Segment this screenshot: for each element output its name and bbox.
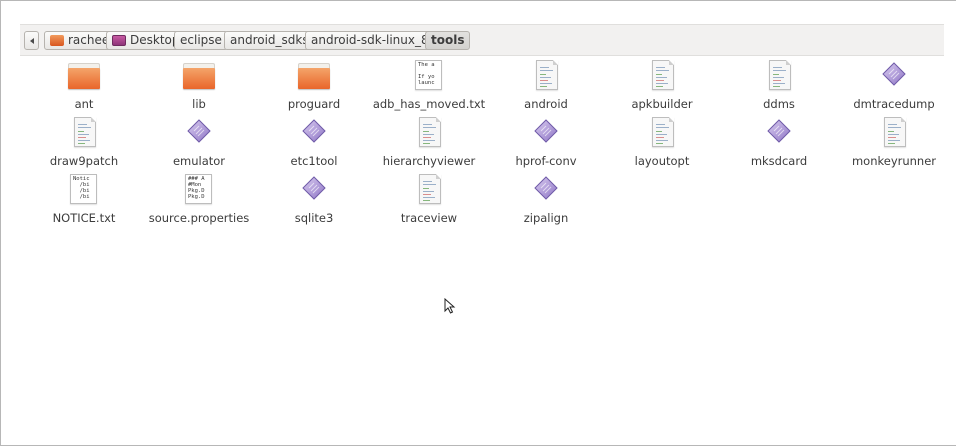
file-name-label: hprof-conv xyxy=(515,154,577,168)
file-name-label: hierarchyviewer xyxy=(382,154,476,168)
file-item-hprof-conv[interactable]: hprof-conv xyxy=(487,116,605,168)
breadcrumb-label: android_sdks xyxy=(230,33,309,47)
file-item-monkeyrunner[interactable]: monkeyrunner xyxy=(835,116,953,168)
file-item-ddms[interactable]: ddms xyxy=(720,59,838,111)
executable-diamond-icon xyxy=(296,116,332,152)
breadcrumb-label: eclipse xyxy=(180,33,222,47)
folder-icon xyxy=(181,59,217,95)
script-file-icon xyxy=(411,173,447,209)
file-item-android[interactable]: android xyxy=(487,59,605,111)
file-name-label: mksdcard xyxy=(750,154,808,168)
file-name-label: lib xyxy=(192,97,206,111)
file-item-draw9patch[interactable]: draw9patch xyxy=(25,116,143,168)
file-item-layoutopt[interactable]: layoutopt xyxy=(603,116,721,168)
script-file-icon xyxy=(411,116,447,152)
script-file-icon xyxy=(761,59,797,95)
script-file-icon xyxy=(644,116,680,152)
script-file-icon xyxy=(66,116,102,152)
folder-icon xyxy=(66,59,102,95)
file-item-zipalign[interactable]: zipalign xyxy=(487,173,605,225)
script-file-icon xyxy=(528,59,564,95)
text-preview: Notic /bi /bi /bi xyxy=(70,174,97,204)
file-name-label: proguard xyxy=(287,97,341,111)
executable-diamond-icon xyxy=(761,116,797,152)
file-name-label: draw9patch xyxy=(49,154,119,168)
breadcrumb-eclipse[interactable]: eclipse xyxy=(174,31,228,50)
file-name-label: zipalign xyxy=(523,211,569,225)
file-item-source-properties[interactable]: ### A #Mon Pkg.D Pkg.D source.properties xyxy=(140,173,258,225)
file-name-label: adb_has_moved.txt xyxy=(372,97,486,111)
back-button[interactable] xyxy=(24,31,39,50)
file-item-notice-txt[interactable]: Notic /bi /bi /bi NOTICE.txt xyxy=(25,173,143,225)
executable-diamond-icon xyxy=(528,116,564,152)
breadcrumb-android-sdk-linux[interactable]: android-sdk-linux_86 xyxy=(305,31,443,50)
file-item-ant[interactable]: ant xyxy=(25,59,143,111)
script-file-icon xyxy=(876,116,912,152)
desktop-icon xyxy=(112,35,126,46)
executable-diamond-icon xyxy=(876,59,912,95)
executable-diamond-icon xyxy=(296,173,332,209)
executable-diamond-icon xyxy=(528,173,564,209)
file-name-label: ant xyxy=(74,97,94,111)
breadcrumb-android-sdks[interactable]: android_sdks xyxy=(224,31,315,50)
text-file-icon: Notic /bi /bi /bi xyxy=(66,173,102,209)
arrow-left-icon xyxy=(29,37,34,44)
file-item-hierarchyviewer[interactable]: hierarchyviewer xyxy=(370,116,488,168)
script-file-icon xyxy=(644,59,680,95)
breadcrumb-label: Desktop xyxy=(130,33,180,47)
file-name-label: android xyxy=(524,97,568,111)
text-file-icon: ### A #Mon Pkg.D Pkg.D xyxy=(181,173,217,209)
file-item-adb-has-moved-txt[interactable]: The a If yo launc adb_has_moved.txt xyxy=(370,59,488,111)
file-item-etc1tool[interactable]: etc1tool xyxy=(255,116,373,168)
file-item-sqlite3[interactable]: sqlite3 xyxy=(255,173,373,225)
mouse-pointer-icon xyxy=(444,298,456,314)
file-name-label: etc1tool xyxy=(290,154,338,168)
executable-diamond-icon xyxy=(181,116,217,152)
text-file-icon: The a If yo launc xyxy=(411,59,447,95)
breadcrumb-rachee[interactable]: rachee xyxy=(44,31,116,50)
file-name-label: monkeyrunner xyxy=(851,154,937,168)
home-folder-icon xyxy=(50,35,64,46)
breadcrumb-label: rachee xyxy=(68,33,110,47)
file-name-label: traceview xyxy=(400,211,458,225)
file-name-label: ddms xyxy=(763,97,795,111)
file-item-dmtracedump[interactable]: dmtracedump xyxy=(835,59,953,111)
file-name-label: apkbuilder xyxy=(631,97,693,111)
location-bar: rachee Desktop eclipse android_sdks andr… xyxy=(20,24,944,56)
file-item-traceview[interactable]: traceview xyxy=(370,173,488,225)
file-name-label: dmtracedump xyxy=(853,97,935,111)
text-preview: ### A #Mon Pkg.D Pkg.D xyxy=(185,174,212,204)
file-item-proguard[interactable]: proguard xyxy=(255,59,373,111)
file-name-label: sqlite3 xyxy=(294,211,334,225)
file-name-label: emulator xyxy=(172,154,226,168)
file-item-emulator[interactable]: emulator xyxy=(140,116,258,168)
file-name-label: NOTICE.txt xyxy=(52,211,116,225)
file-name-label: source.properties xyxy=(148,211,250,225)
text-preview: The a If yo launc xyxy=(415,60,442,90)
breadcrumb-tools[interactable]: tools xyxy=(425,31,471,50)
file-item-mksdcard[interactable]: mksdcard xyxy=(720,116,838,168)
folder-icon xyxy=(296,59,332,95)
file-name-label: layoutopt xyxy=(634,154,690,168)
file-item-apkbuilder[interactable]: apkbuilder xyxy=(603,59,721,111)
file-item-lib[interactable]: lib xyxy=(140,59,258,111)
breadcrumb-label: android-sdk-linux_86 xyxy=(311,33,437,47)
breadcrumb-label: tools xyxy=(431,33,465,47)
